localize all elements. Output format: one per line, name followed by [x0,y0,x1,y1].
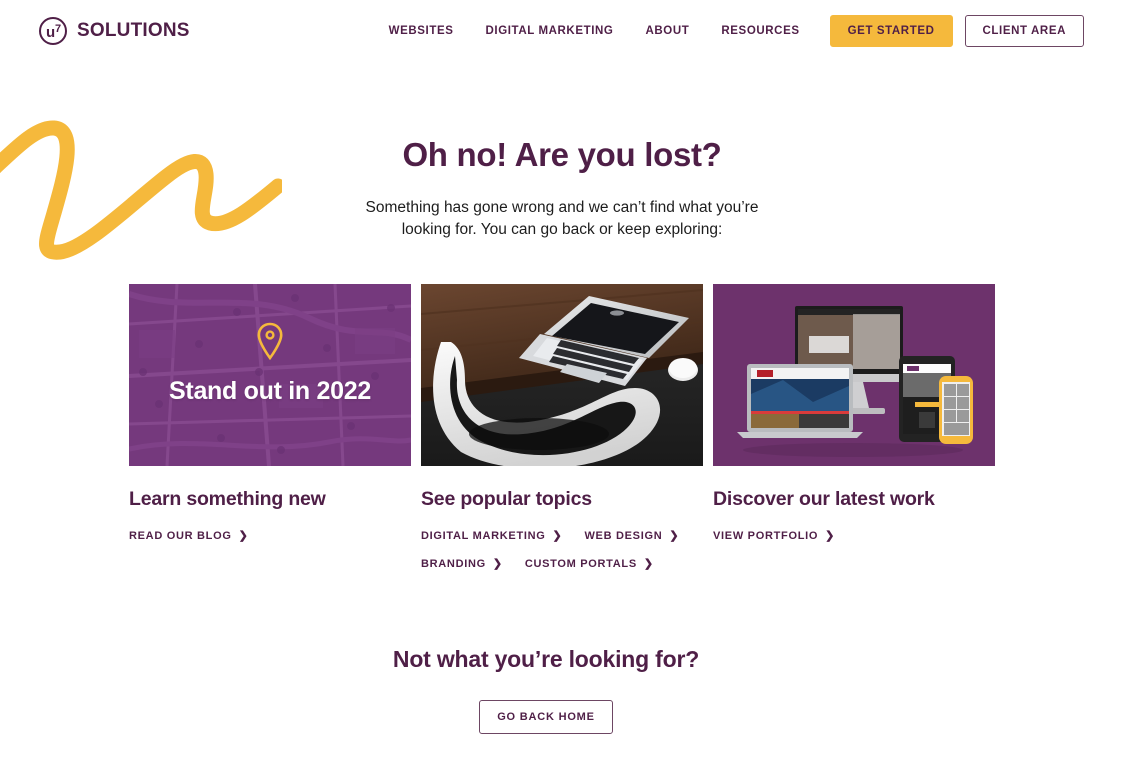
link-label: WEB DESIGN [584,530,663,542]
map-pin-icon [257,322,283,360]
nav-link-digital-marketing[interactable]: DIGITAL MARKETING [470,25,630,37]
link-label: READ OUR BLOG [129,530,232,542]
card-title-topics: See popular topics [421,488,592,510]
hero-subtitle: Something has gone wrong and we can’t fi… [365,199,759,238]
link-view-portfolio[interactable]: VIEW PORTFOLIO ❯ [713,530,835,542]
card-media-caption: Stand out in 2022 [169,377,371,405]
card-links-learn: READ OUR BLOG ❯ [129,530,411,542]
chevron-right-icon: ❯ [825,529,836,542]
link-branding[interactable]: BRANDING ❯ [421,558,503,570]
brand-logo[interactable]: u 7 SOLUTIONS [38,16,190,46]
page-title: Oh no! Are you lost? [402,136,722,173]
card-title-work: Discover our latest work [713,488,935,510]
card-media-devices[interactable] [713,284,995,466]
get-started-button[interactable]: GET STARTED [829,15,953,47]
svg-text:7: 7 [55,23,61,35]
link-digital-marketing[interactable]: DIGITAL MARKETING ❯ [421,530,562,542]
link-custom-portals[interactable]: CUSTOM PORTALS ❯ [525,558,654,570]
nav-link-about[interactable]: ABOUT [629,25,705,37]
nav-link-websites[interactable]: WEBSITES [373,25,470,37]
nav-link-resources[interactable]: RESOURCES [705,25,815,37]
link-label: VIEW PORTFOLIO [713,530,819,542]
link-label: CUSTOM PORTALS [524,558,637,570]
main-navigation: WEBSITES DIGITAL MARKETING ABOUT RESOURC… [373,15,1084,47]
card-learn-something-new: Stand out in 2022 Learn something new RE… [129,284,411,570]
chevron-right-icon: ❯ [552,529,563,542]
cta-title: Not what you’re looking for? [392,646,700,672]
card-see-popular-topics: See popular topics DIGITAL MARKETING ❯ W… [421,284,703,570]
chevron-right-icon: ❯ [643,557,654,570]
chevron-right-icon: ❯ [669,529,680,542]
cta-section: Not what you’re looking for? GO BACK HOM… [0,646,1124,734]
card-title-learn: Learn something new [129,488,326,510]
desk-photo-illustration [421,284,703,466]
map-purple-overlay [129,284,411,466]
svg-text:u: u [46,24,55,41]
card-media-desk[interactable] [421,284,703,466]
link-label: BRANDING [421,558,486,570]
go-back-home-button[interactable]: GO BACK HOME [479,700,613,734]
link-label: DIGITAL MARKETING [421,530,546,542]
device-mockups-illustration [713,284,995,466]
hero-section: Oh no! Are you lost? Something has gone … [0,62,1124,241]
site-header: u 7 SOLUTIONS WEBSITES DIGITAL MARKETING… [0,0,1124,62]
card-discover-latest-work: Discover our latest work VIEW PORTFOLIO … [713,284,995,570]
card-links-topics: DIGITAL MARKETING ❯ WEB DESIGN ❯ BRANDIN… [421,530,703,570]
cards-row: Stand out in 2022 Learn something new RE… [0,284,1124,570]
card-media-map[interactable]: Stand out in 2022 [129,284,411,466]
chevron-right-icon: ❯ [238,529,249,542]
card-links-work: VIEW PORTFOLIO ❯ [713,530,995,542]
chevron-right-icon: ❯ [492,557,503,570]
link-read-our-blog[interactable]: READ OUR BLOG ❯ [129,530,249,542]
client-area-button[interactable]: CLIENT AREA [964,15,1084,47]
u7-logo-icon: u 7 [39,17,67,45]
brand-name: SOLUTIONS [77,20,190,41]
link-web-design[interactable]: WEB DESIGN ❯ [584,530,679,542]
